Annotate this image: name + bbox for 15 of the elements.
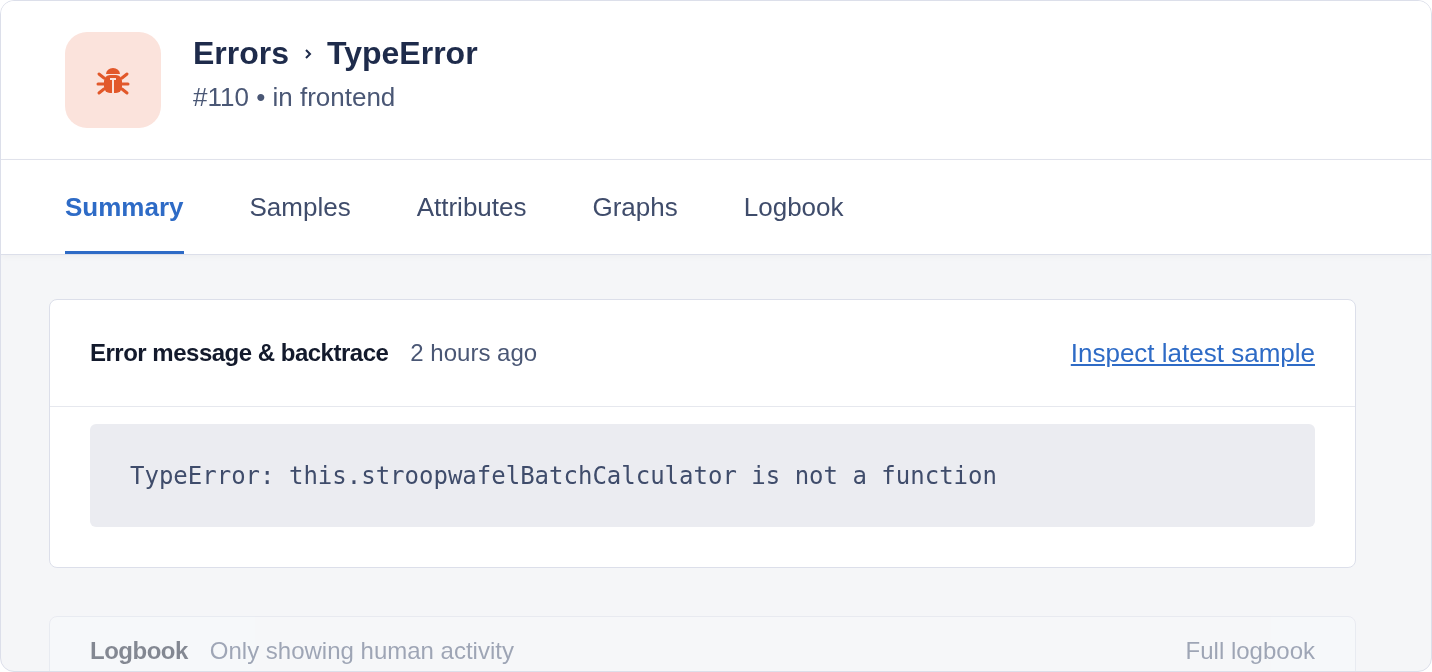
card-title: Error message & backtrace — [90, 339, 389, 367]
breadcrumb-link[interactable]: Errors — [193, 35, 290, 72]
tab[interactable]: Logbook — [743, 160, 844, 254]
chevron-right-icon — [303, 46, 314, 61]
error-message-code: TypeError: this.stroopwafelBatchCalculator is not a function — [90, 424, 1315, 527]
tab[interactable]: Graphs — [592, 160, 678, 254]
page-title: TypeError — [327, 35, 478, 72]
card-note: Only showing human activity — [209, 637, 514, 665]
tab[interactable]: Attributes — [416, 160, 527, 254]
tab[interactable]: Samples — [249, 160, 351, 254]
inspect-sample-link[interactable]: Inspect latest sample — [1070, 337, 1315, 369]
timestamp: 2 hours ago — [410, 339, 538, 367]
tab[interactable]: Summary — [65, 160, 184, 254]
card-title: Logbook — [90, 637, 188, 665]
error-subtitle: #110 • in frontend — [193, 82, 397, 113]
